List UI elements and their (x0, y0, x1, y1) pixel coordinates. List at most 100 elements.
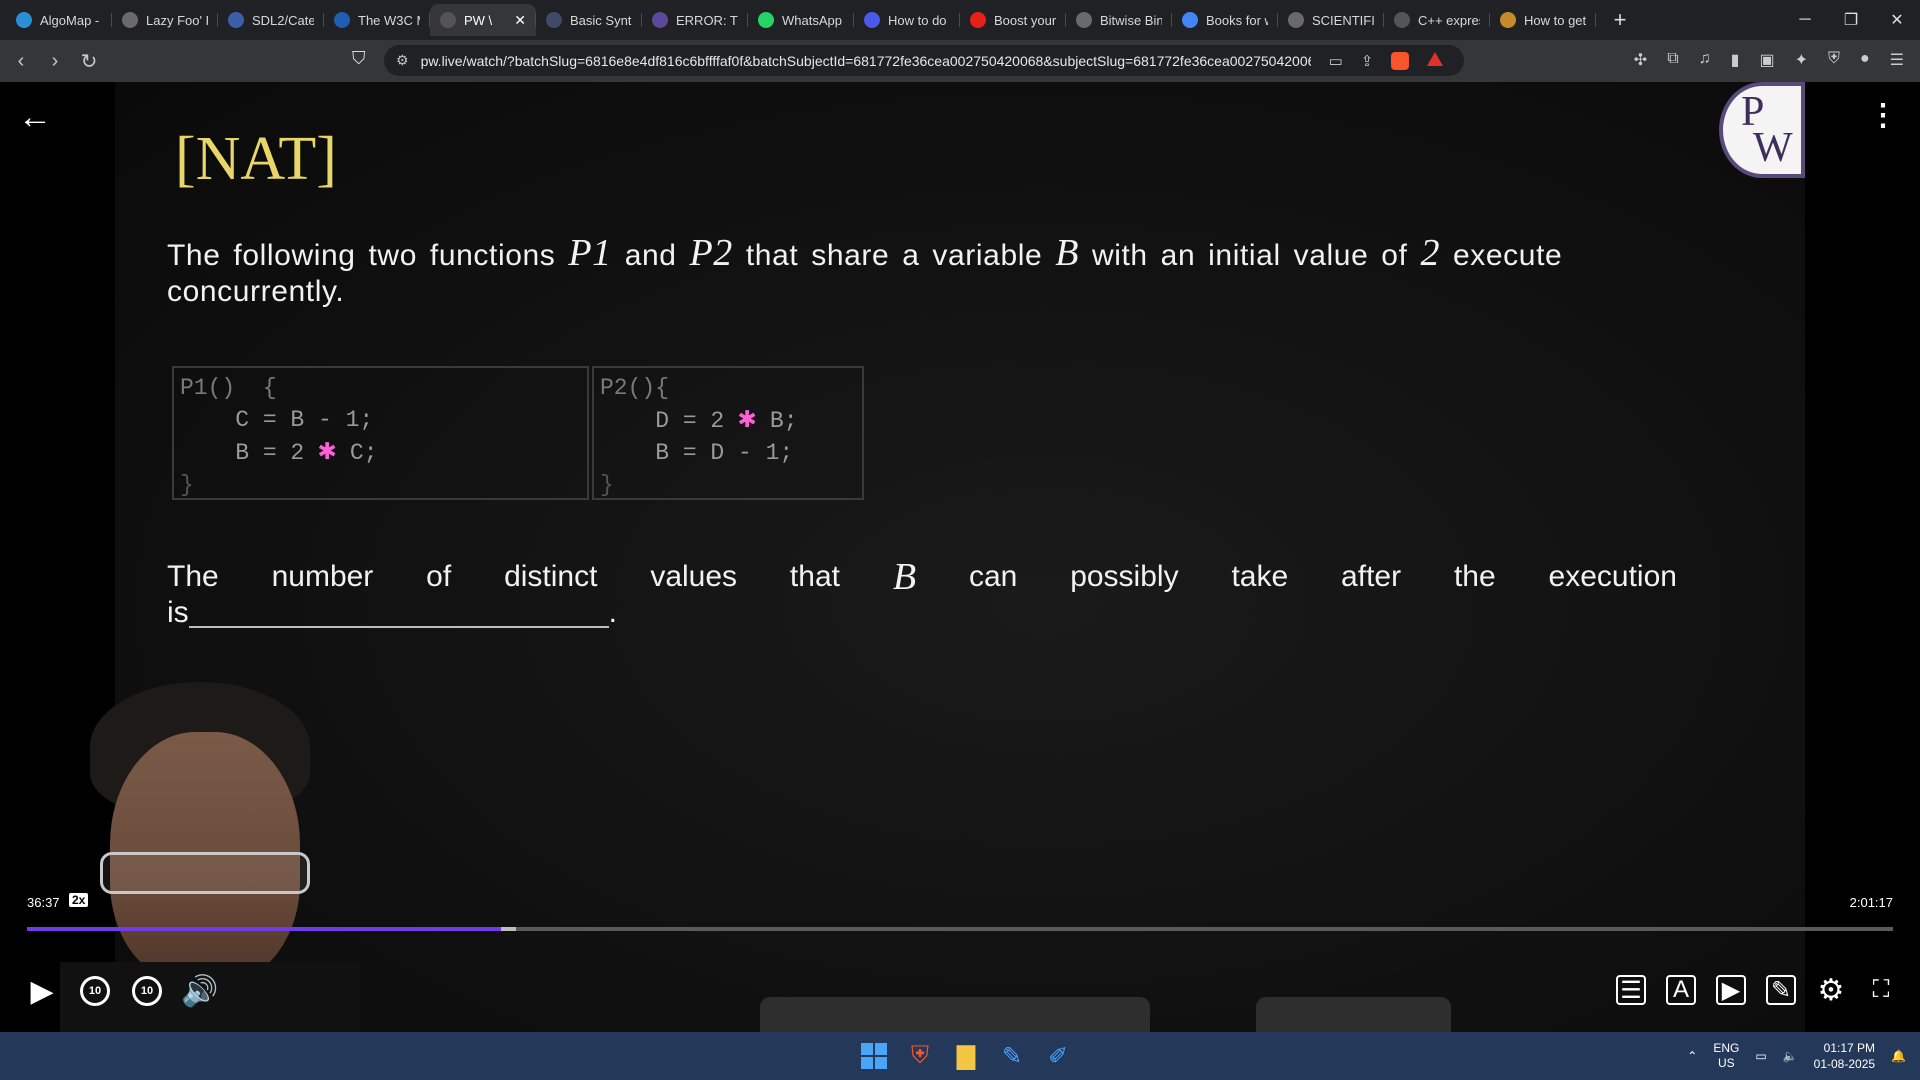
w3c-icon (334, 12, 350, 28)
wallet-icon[interactable]: ▣ (1759, 50, 1774, 70)
browser-tab[interactable]: Lazy Foo' Pr (112, 4, 218, 36)
seek-buffer (500, 927, 516, 931)
tab-label: How to do p (888, 12, 950, 28)
close-tab-icon[interactable]: ✕ (514, 12, 526, 29)
translate-icon[interactable]: A (1666, 975, 1696, 1005)
pw-icon (652, 12, 668, 28)
forward-10-icon[interactable]: 10 (132, 976, 162, 1006)
profile-icon[interactable]: ● (1860, 50, 1870, 70)
cast-icon[interactable]: ▭ (1329, 52, 1343, 70)
question-word: possibly (1070, 560, 1179, 593)
tab-label: Basic Syntax (570, 12, 632, 28)
question-word: B (892, 556, 917, 598)
question-word: can (968, 560, 1018, 593)
vpn-icon[interactable]: ⛨ (1828, 50, 1840, 70)
reload-icon[interactable]: ↻ (76, 48, 102, 74)
tab-strip: AlgoMap - I Lazy Foo' Pr SDL2/Categ The W3C… (0, 0, 1920, 40)
fullscreen-icon[interactable]: ⛶ (1866, 975, 1896, 1005)
share-icon[interactable]: ⇪ (1361, 52, 1374, 70)
pw-logo: P W (1719, 82, 1805, 178)
duration: 2:01:17 (1849, 895, 1893, 910)
back-arrow-icon[interactable]: ← (18, 98, 52, 137)
leo-ai-icon[interactable]: ✦ (1795, 50, 1808, 70)
browser-tab[interactable]: WhatsApp (748, 4, 854, 36)
tab-label: Bitwise Bina (1100, 12, 1162, 28)
browser-tab[interactable]: Bitwise Bina (1066, 4, 1172, 36)
language-indicator[interactable]: ENG US (1713, 1041, 1739, 1071)
more-options-icon[interactable]: ⋮ (1868, 98, 1898, 133)
globe-icon (1288, 12, 1304, 28)
close-window-icon[interactable]: ✕ (1874, 0, 1920, 40)
browser-tab[interactable]: AlgoMap - I (6, 4, 112, 36)
question-word: execution (1548, 560, 1677, 593)
browser-tab[interactable]: SCIENTIFIC (1278, 4, 1384, 36)
tab-label: AlgoMap - I (40, 12, 102, 28)
url-text[interactable]: pw.live/watch/?batchSlug=6816e8e4df816c6… (421, 53, 1311, 69)
bitwise-icon (1076, 12, 1092, 28)
brave-browser-icon[interactable]: ⛨ (904, 1040, 936, 1072)
pen-app-icon[interactable]: ✎ (996, 1040, 1028, 1072)
browser-tab[interactable]: ERROR: The (642, 4, 748, 36)
menu-icon[interactable]: ☰ (1890, 50, 1904, 70)
bookmark-icon (1500, 12, 1516, 28)
video-player[interactable]: ← ⋮ [NAT] The following two functions P1… (0, 82, 1920, 1032)
address-bar[interactable]: ⚙ pw.live/watch/?batchSlug=6816e8e4df816… (384, 45, 1464, 76)
playback-speed-badge[interactable]: 2x (69, 893, 89, 907)
windows-start-icon[interactable] (858, 1040, 890, 1072)
speaker-tray-icon[interactable]: 🔈 (1783, 1049, 1798, 1063)
question-word: after (1341, 560, 1402, 593)
site-info-icon[interactable]: ⚙ (396, 52, 409, 69)
notes-icon[interactable]: ✎ (1766, 975, 1796, 1005)
seek-progress (27, 927, 501, 931)
notification-bell-icon[interactable]: 🔔 (1891, 1049, 1906, 1063)
browser-tab[interactable]: SDL2/Categ (218, 4, 324, 36)
bookmark-icon[interactable]: ⛉ (352, 48, 366, 69)
extensions-icon[interactable]: ✣ (1634, 50, 1647, 70)
seek-bar[interactable] (27, 927, 1893, 931)
network-icon[interactable]: ▭ (1755, 1049, 1766, 1063)
question2-line2: is. (167, 596, 618, 629)
doc-icon (546, 12, 562, 28)
clock[interactable]: 01:17 PM 01-08-2025 (1814, 1040, 1875, 1072)
settings-icon[interactable]: ⚙ (1816, 974, 1846, 1007)
video-frame[interactable]: [NAT] The following two functions P1 and… (115, 82, 1805, 1032)
whiteboard-toolbar-2 (1256, 997, 1451, 1032)
sidebar-icon[interactable]: ▮ (1731, 50, 1740, 70)
file-explorer-icon[interactable]: ▇ (950, 1040, 982, 1072)
browser-tab[interactable]: Books for w (1172, 4, 1278, 36)
play-icon[interactable]: ▶ (26, 975, 58, 1008)
playlist-icon[interactable]: ▶ (1716, 975, 1746, 1005)
tray-overflow-icon[interactable]: ⌃ (1687, 1049, 1697, 1063)
whiteboard-app-icon[interactable]: ✐ (1042, 1040, 1074, 1072)
screenshot-icon[interactable]: ⧉ (1667, 50, 1678, 70)
rewind-10-icon[interactable]: 10 (80, 976, 110, 1006)
chatgpt-icon (864, 12, 880, 28)
restore-icon[interactable]: ❐ (1828, 0, 1874, 40)
brave-shield-icon[interactable] (1391, 51, 1410, 70)
question-word: distinct (504, 560, 598, 593)
back-icon[interactable]: ‹ (8, 48, 34, 74)
tab-label: SDL2/Categ (252, 12, 314, 28)
volume-icon[interactable]: 🔊 (181, 975, 218, 1008)
browser-tab[interactable]: How to get (1490, 4, 1596, 36)
system-tray: ⌃ ENG US ▭ 🔈 01:17 PM 01-08-2025 🔔 (1687, 1032, 1920, 1080)
browser-tab[interactable]: C++ expres (1384, 4, 1490, 36)
sdl-icon (228, 12, 244, 28)
question-word: that (789, 560, 840, 593)
chat-icon[interactable]: ☰ (1616, 975, 1646, 1005)
whatsapp-icon (758, 12, 774, 28)
media-icon[interactable]: ♫ (1699, 50, 1711, 70)
tab-label: The W3C M (358, 12, 420, 28)
tab-label: SCIENTIFIC (1312, 12, 1374, 28)
browser-tab[interactable]: The W3C M (324, 4, 430, 36)
brave-rewards-icon[interactable] (1427, 51, 1444, 66)
minimize-icon[interactable]: ─ (1782, 0, 1828, 40)
forward-icon[interactable]: › (42, 48, 68, 74)
question-word: values (650, 560, 738, 593)
tab-label: Lazy Foo' Pr (146, 12, 208, 28)
browser-tab[interactable]: How to do p (854, 4, 960, 36)
browser-tab[interactable]: PW \ ✕ (430, 4, 536, 36)
browser-tab[interactable]: Boost your C (960, 4, 1066, 36)
browser-tab[interactable]: Basic Syntax (536, 4, 642, 36)
new-tab-button[interactable]: + (1606, 7, 1634, 33)
